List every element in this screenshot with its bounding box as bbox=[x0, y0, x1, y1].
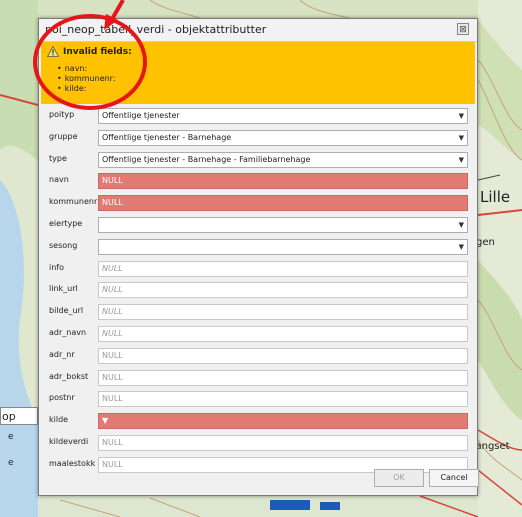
warning-title: Invalid fields: bbox=[63, 47, 132, 57]
form-row-navn: navn NULL bbox=[49, 173, 469, 190]
field-label: kilde bbox=[49, 415, 69, 425]
field-value: NULL bbox=[102, 307, 123, 317]
field-value: NULL bbox=[102, 350, 123, 360]
input-adr-nr[interactable]: NULL bbox=[98, 347, 468, 364]
map-label: Lille bbox=[480, 188, 511, 206]
chevron-down-icon[interactable]: ▼ bbox=[459, 131, 464, 145]
field-value: NULL bbox=[102, 198, 123, 208]
select-sesong[interactable]: ▼ bbox=[98, 238, 468, 255]
field-label: bilde_url bbox=[49, 306, 84, 316]
field-label: kildeverdi bbox=[49, 437, 89, 446]
field-value: NULL bbox=[102, 285, 123, 295]
chevron-down-icon[interactable]: ▼ bbox=[459, 109, 464, 123]
map-label: gen bbox=[476, 237, 495, 248]
chevron-down-icon[interactable]: ▼ bbox=[102, 416, 108, 425]
form-row-link-url: link_url NULL bbox=[49, 282, 469, 299]
field-value: Offentlige tjenester - Barnehage - Famil… bbox=[102, 154, 311, 164]
chevron-down-icon[interactable]: ▼ bbox=[459, 240, 464, 254]
field-label: gruppe bbox=[49, 131, 78, 141]
field-label: adr_bokst bbox=[49, 371, 89, 381]
cancel-button[interactable]: Cancel bbox=[429, 469, 479, 487]
select-poityp[interactable]: Offentlige tjenester ▼ bbox=[98, 108, 468, 124]
chevron-down-icon[interactable]: ▼ bbox=[459, 218, 464, 232]
form-row-adr-bokst: adr_bokst NULL bbox=[49, 369, 469, 386]
form-row-eiertype: eiertype ▼ bbox=[49, 217, 469, 233]
form-row-kilde: kilde ▼ bbox=[49, 413, 469, 430]
field-value: NULL bbox=[102, 459, 123, 469]
map-label-box: op bbox=[0, 407, 38, 425]
button-row: OK Cancel bbox=[49, 469, 479, 487]
field-value: Offentlige tjenester bbox=[102, 111, 180, 120]
select-type[interactable]: Offentlige tjenester - Barnehage - Famil… bbox=[98, 151, 468, 168]
field-value: NULL bbox=[102, 372, 123, 382]
field-value: NULL bbox=[102, 394, 123, 404]
form-row-type: type Offentlige tjenester - Barnehage - F… bbox=[49, 151, 469, 168]
field-value: NULL bbox=[102, 263, 123, 273]
input-kommunenr[interactable]: NULL bbox=[98, 195, 468, 212]
attribute-form-dialog: poi_neop_tabell_verdi - objektattributte… bbox=[38, 18, 479, 496]
form-row-poityp: poityp Offentlige tjenester ▼ bbox=[49, 108, 469, 124]
dialog-title: poi_neop_tabell_verdi - objektattributte… bbox=[45, 23, 267, 36]
input-bilde-url[interactable]: NULL bbox=[98, 304, 468, 321]
field-value: NULL bbox=[102, 438, 123, 447]
form-row-kildeverdi: kildeverdi NULL bbox=[49, 435, 469, 451]
field-label: info bbox=[49, 262, 65, 272]
field-label: kommunenr bbox=[49, 197, 98, 207]
field-label: adr_nr bbox=[49, 349, 75, 359]
chevron-down-icon[interactable]: ▼ bbox=[459, 153, 464, 167]
field-label: adr_navn bbox=[49, 328, 87, 337]
form-row-adr-nr: adr_nr NULL bbox=[49, 347, 469, 364]
field-value: Offentlige tjenester - Barnehage bbox=[102, 132, 232, 142]
select-eiertype[interactable]: ▼ bbox=[98, 217, 468, 233]
select-kilde[interactable]: ▼ bbox=[98, 413, 468, 430]
invalid-field-item: navn: bbox=[57, 64, 116, 74]
ok-button[interactable]: OK bbox=[374, 469, 424, 487]
field-label: link_url bbox=[49, 284, 78, 294]
field-label: eiertype bbox=[49, 219, 83, 228]
input-navn[interactable]: NULL bbox=[98, 173, 468, 190]
select-gruppe[interactable]: Offentlige tjenester - Barnehage ▼ bbox=[98, 129, 468, 146]
warning-icon bbox=[47, 46, 59, 57]
input-adr-navn[interactable]: NULL bbox=[98, 326, 468, 342]
field-label: type bbox=[49, 153, 67, 163]
invalid-field-item: kommunenr: bbox=[57, 74, 116, 84]
form-row-sesong: sesong ▼ bbox=[49, 238, 469, 255]
field-label: maalestokk bbox=[49, 458, 96, 468]
input-kildeverdi[interactable]: NULL bbox=[98, 435, 468, 451]
field-label: postnr bbox=[49, 393, 75, 403]
map-label: e bbox=[8, 432, 14, 442]
input-info[interactable]: NULL bbox=[98, 260, 468, 277]
field-label: navn bbox=[49, 175, 69, 185]
form-row-adr-navn: adr_navn NULL bbox=[49, 326, 469, 342]
form-row-info: info NULL bbox=[49, 260, 469, 277]
field-label: poityp bbox=[49, 110, 75, 119]
invalid-fields-list: navn: kommunenr: kilde: bbox=[57, 64, 116, 94]
input-adr-bokst[interactable]: NULL bbox=[98, 369, 468, 386]
form-row-bilde-url: bilde_url NULL bbox=[49, 304, 469, 321]
field-value: NULL bbox=[102, 176, 123, 186]
input-postnr[interactable]: NULL bbox=[98, 391, 468, 408]
map-label: e bbox=[8, 458, 14, 468]
form-row-gruppe: gruppe Offentlige tjenester - Barnehage ▼ bbox=[49, 129, 469, 146]
field-value: NULL bbox=[102, 329, 123, 338]
invalid-fields-banner: Invalid fields: navn: kommunenr: kilde: bbox=[41, 42, 475, 104]
form-row-kommunenr: kommunenr NULL bbox=[49, 195, 469, 212]
form-row-postnr: postnr NULL bbox=[49, 391, 469, 408]
dialog-titlebar[interactable]: poi_neop_tabell_verdi - objektattributte… bbox=[39, 19, 477, 42]
invalid-field-item: kilde: bbox=[57, 84, 116, 94]
input-link-url[interactable]: NULL bbox=[98, 282, 468, 299]
close-icon[interactable]: ⊠ bbox=[457, 23, 469, 35]
field-label: sesong bbox=[49, 240, 78, 250]
